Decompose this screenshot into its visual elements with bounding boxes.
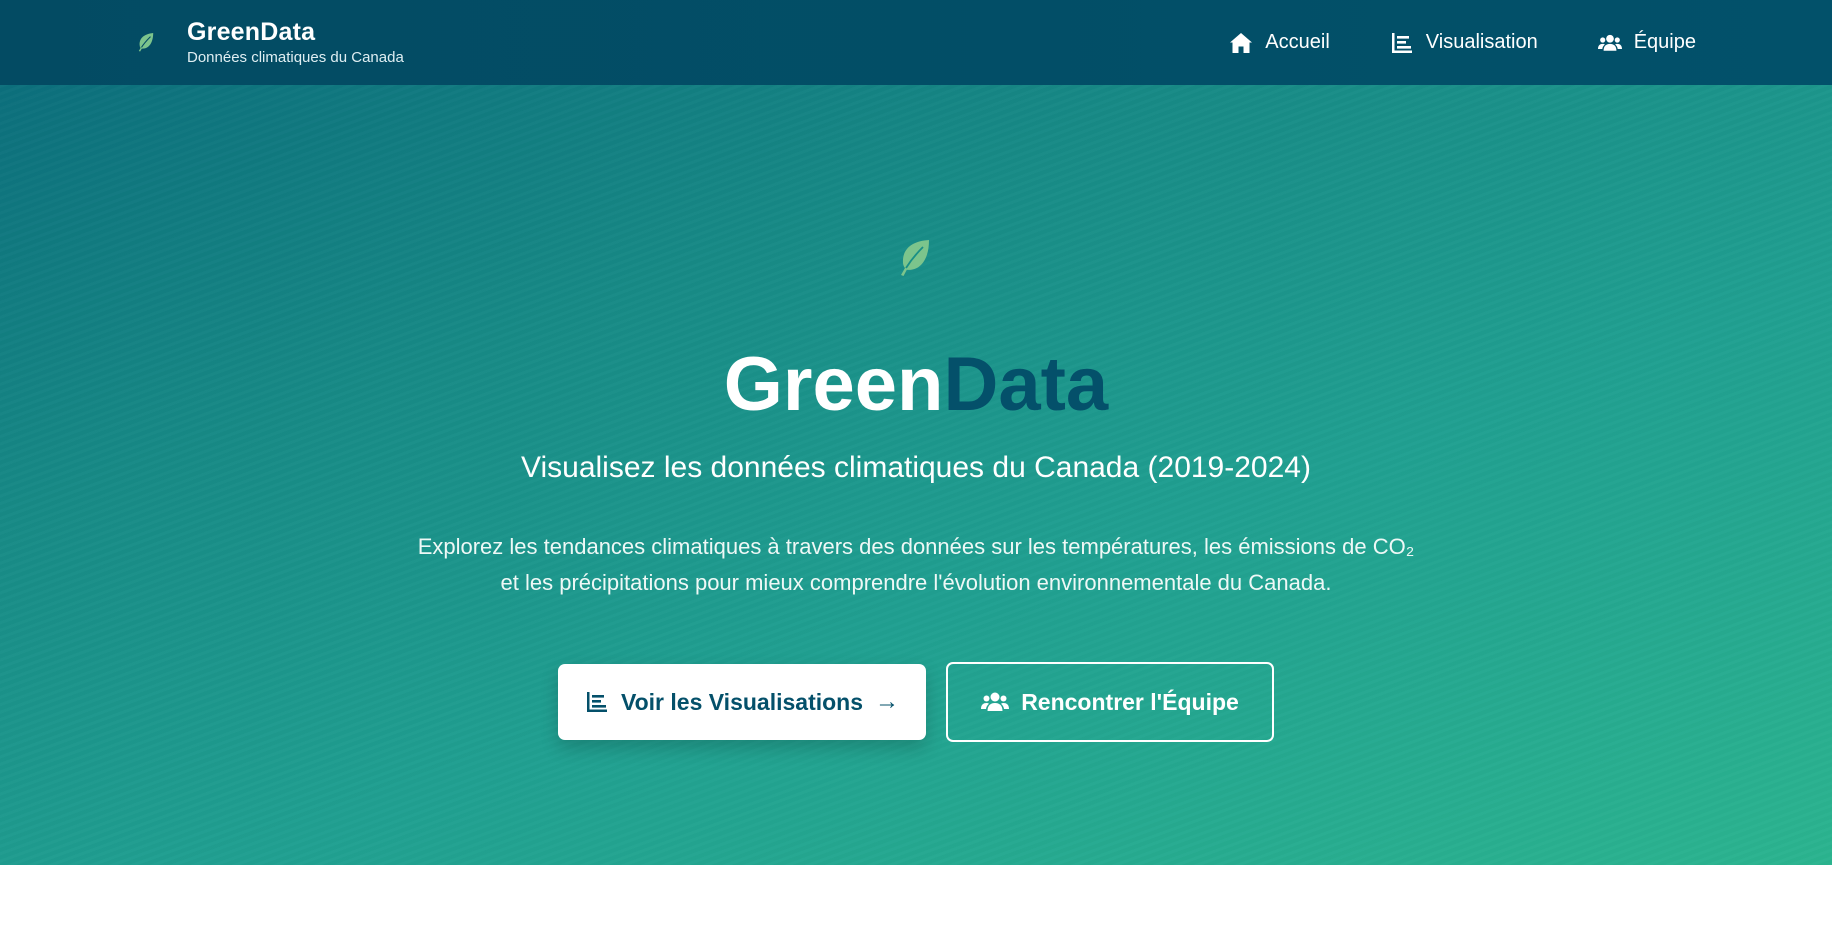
users-icon: [981, 692, 1010, 711]
hero-title-data: Data: [943, 342, 1109, 427]
nav-item-equipe[interactable]: Équipe: [1597, 31, 1696, 54]
brand-title: GreenData: [187, 18, 316, 46]
meet-team-button[interactable]: Rencontrer l'Équipe: [946, 662, 1274, 742]
hero-title: GreenData: [0, 340, 1832, 430]
top-navbar: GreenData Données climatiques du Canada …: [0, 0, 1832, 85]
view-visualisations-button[interactable]: Voir les Visualisations →: [558, 664, 926, 740]
nav-item-accueil[interactable]: Accueil: [1229, 31, 1330, 54]
nav-item-label: Équipe: [1633, 31, 1696, 53]
nav-item-label: Visualisation: [1425, 31, 1538, 53]
hero-section: GreenData Visualisez les données climati…: [0, 85, 1832, 865]
chart-icon: [1391, 32, 1412, 53]
hero-description: Explorez les tendances climatiques à tra…: [417, 534, 1415, 595]
chart-icon: [586, 692, 607, 712]
hero-title-green: Green: [723, 342, 944, 427]
main-nav: Accueil Visualisation Équipe: [1229, 0, 1696, 85]
home-icon: [1230, 32, 1253, 53]
nav-item-visualisation[interactable]: Visualisation: [1390, 31, 1538, 54]
leaf-icon: [901, 240, 929, 276]
brand-subtitle: Données climatiques du Canada: [187, 49, 404, 66]
view-visualisations-label: Voir les Visualisations: [620, 688, 864, 715]
brand-text: GreenData Données climatiques du Canada: [187, 16, 404, 68]
users-icon: [1597, 34, 1622, 51]
leaf-icon: [138, 33, 154, 52]
hero-subtitle: Visualisez les données climatiques du Ca…: [521, 451, 1311, 484]
meet-team-label: Rencontrer l'Équipe: [1021, 688, 1239, 715]
nav-item-label: Accueil: [1265, 31, 1330, 53]
arrow-right-icon: →: [875, 688, 900, 715]
